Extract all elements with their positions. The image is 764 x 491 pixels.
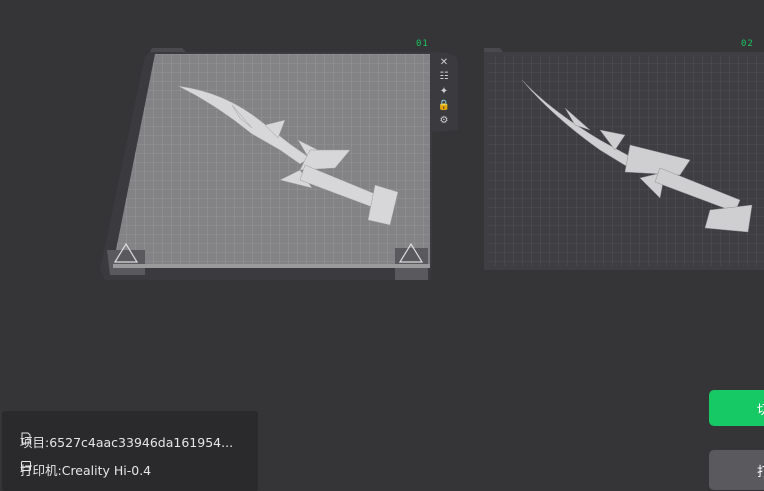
printer-row[interactable]: 打印机:Creality Hi-0.4 (20, 460, 151, 479)
list-icon[interactable]: ☷ (437, 69, 451, 83)
project-row[interactable]: 项目:6527c4aac33946da161954... (20, 432, 233, 451)
print-button-label: 打 (757, 464, 764, 480)
printer-label: 打印机:Creality Hi-0.4 (20, 463, 152, 478)
build-plate-1[interactable] (100, 48, 458, 280)
printer-icon (21, 461, 31, 471)
slice-button[interactable]: 切 (709, 390, 764, 426)
print-button[interactable]: 打 (709, 450, 764, 490)
project-info-panel: 项目:6527c4aac33946da161954... 打印机:Crealit… (2, 411, 258, 491)
plate-number-1: 01 (416, 39, 429, 49)
lock-icon[interactable]: 🔒 (437, 98, 451, 112)
plate-number-2: 02 (741, 39, 754, 49)
build-plates-scene[interactable] (0, 0, 764, 482)
settings-icon[interactable]: ⚙ (437, 113, 451, 127)
auto-arrange-icon[interactable]: ✦ (437, 84, 451, 98)
close-icon[interactable]: ✕ (437, 55, 451, 69)
file-icon (21, 432, 31, 444)
project-label: 项目:6527c4aac33946da161954... (20, 435, 234, 450)
3d-viewport[interactable]: 01 02 ✕ ☷ ✦ 🔒 ⚙ (0, 0, 764, 482)
slice-button-label: 切 (757, 402, 764, 418)
